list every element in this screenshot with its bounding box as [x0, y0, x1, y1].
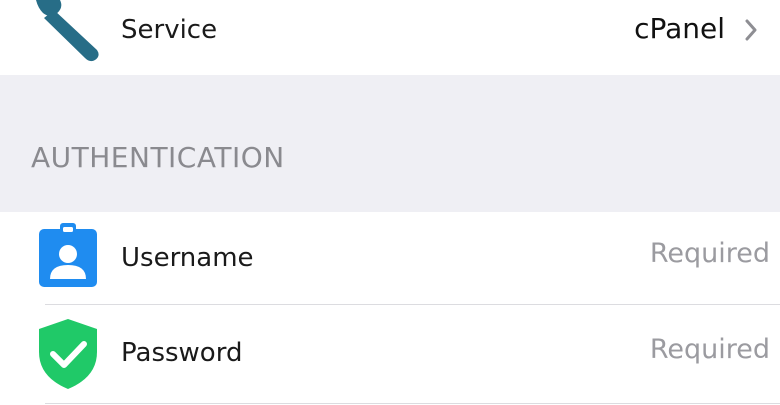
username-row[interactable]: Username Required [0, 212, 780, 304]
shield-check-icon [39, 319, 97, 389]
service-value: cPanel [634, 12, 725, 45]
row-separator [45, 403, 780, 404]
password-label: Password [121, 338, 243, 368]
username-field[interactable]: Required [650, 237, 770, 271]
service-label: Service [121, 15, 218, 45]
wrench-icon [34, 0, 102, 62]
settings-screen: Service cPanel AUTHENTICATION Username R… [0, 0, 780, 405]
password-row[interactable]: Password Required [0, 305, 780, 405]
service-row[interactable]: Service cPanel [0, 0, 780, 75]
password-field[interactable]: Required [650, 333, 770, 367]
chevron-right-icon [744, 19, 758, 41]
username-label: Username [121, 243, 254, 273]
id-badge-icon [39, 223, 97, 287]
authentication-section-header: AUTHENTICATION [31, 141, 285, 174]
